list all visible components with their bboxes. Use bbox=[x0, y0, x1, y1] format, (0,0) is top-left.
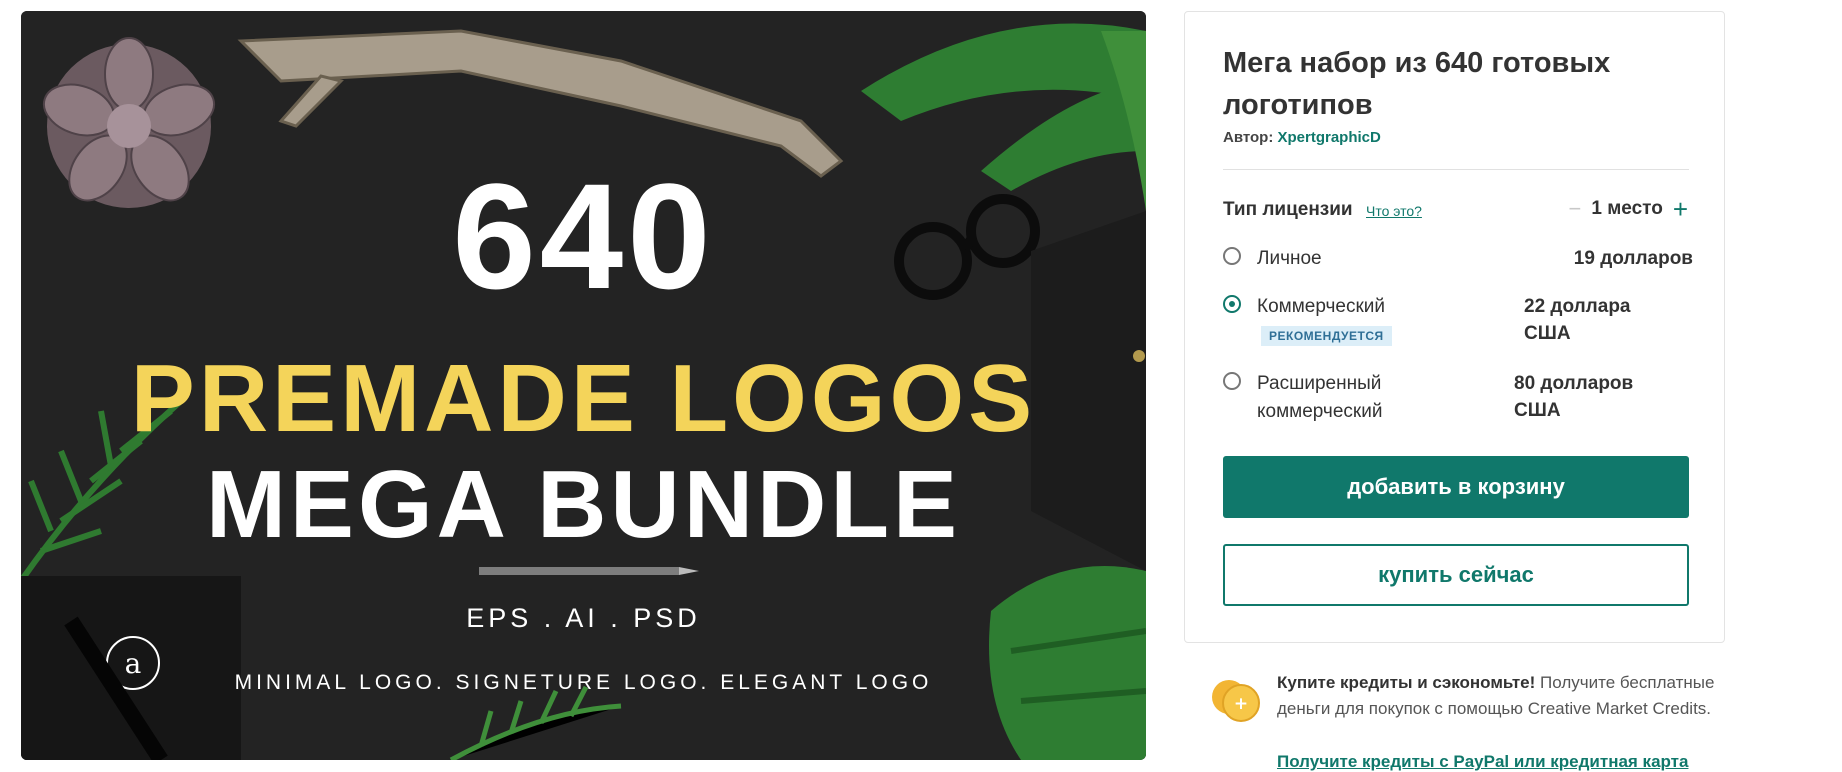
radio-commercial[interactable] bbox=[1223, 295, 1241, 313]
purchase-card: Мега набор из 640 готовых логотипов Авто… bbox=[1184, 11, 1725, 643]
author-link[interactable]: XpertgraphicD bbox=[1278, 129, 1381, 146]
monstera-leaf-decoration bbox=[989, 566, 1146, 760]
author-label: Автор: bbox=[1223, 129, 1274, 146]
add-to-cart-button[interactable]: добавить в корзину bbox=[1223, 456, 1689, 518]
svg-text:+: + bbox=[1234, 694, 1248, 714]
license-option-price: 80 долларов США bbox=[1514, 373, 1634, 421]
recommended-badge: РЕКОМЕНДУЕТСЯ bbox=[1261, 326, 1392, 346]
license-option-personal[interactable]: Личное 19 долларов bbox=[1223, 245, 1693, 275]
seat-minus-button[interactable]: − bbox=[1569, 198, 1582, 220]
license-option-price: 19 долларов bbox=[1573, 248, 1693, 269]
hero-formats: EPS . AI . PSD bbox=[466, 603, 701, 633]
pencil-decoration bbox=[479, 567, 699, 575]
license-option-price: 22 доллара США bbox=[1524, 296, 1631, 344]
divider bbox=[1223, 169, 1689, 170]
hero-headline: PREMADE LOGOS bbox=[130, 345, 1037, 452]
credits-link[interactable]: Получите кредиты с PayPal или кредитная … bbox=[1277, 752, 1688, 772]
product-title: Мега набор из 640 готовых логотипов bbox=[1223, 47, 1611, 121]
license-option-commercial[interactable]: Коммерческий РЕКОМЕНДУЕТСЯ 22 доллара СШ… bbox=[1223, 293, 1693, 353]
seat-plus-button[interactable]: + bbox=[1673, 196, 1688, 222]
product-preview-image[interactable]: a 640 PREMADE LOGOS MEGA BUNDLE EPS . AI… bbox=[21, 11, 1146, 760]
buy-now-button[interactable]: купить сейчас bbox=[1223, 544, 1689, 606]
seat-stepper: − 1 место + bbox=[1569, 196, 1689, 222]
radio-extended[interactable] bbox=[1223, 372, 1241, 390]
license-help-link[interactable]: Что это? bbox=[1366, 203, 1422, 219]
author-line: Автор: XpertgraphicD bbox=[1223, 129, 1381, 146]
hero-subheadline: MEGA BUNDLE bbox=[205, 451, 962, 558]
promo-headline: Купите кредиты и сэкономьте! bbox=[1277, 673, 1536, 692]
license-option-name: Расширенный коммерческий bbox=[1257, 373, 1383, 422]
license-option-name: Коммерческий bbox=[1257, 296, 1385, 317]
license-option-extended[interactable]: Расширенный коммерческий 80 долларов США bbox=[1223, 370, 1693, 430]
promo-text: Купите кредиты и сэкономьте! Получите бе… bbox=[1277, 670, 1737, 722]
radio-personal[interactable] bbox=[1223, 247, 1241, 265]
hero-styles: MINIMAL LOGO. SIGNETURE LOGO. ELEGANT LO… bbox=[234, 671, 933, 694]
hero-number: 640 bbox=[452, 152, 715, 320]
license-type-label: Тип лицензии bbox=[1223, 199, 1353, 220]
license-option-name: Личное bbox=[1257, 248, 1322, 269]
seat-count: 1 место bbox=[1591, 198, 1663, 219]
coins-icon: + bbox=[1212, 680, 1260, 722]
